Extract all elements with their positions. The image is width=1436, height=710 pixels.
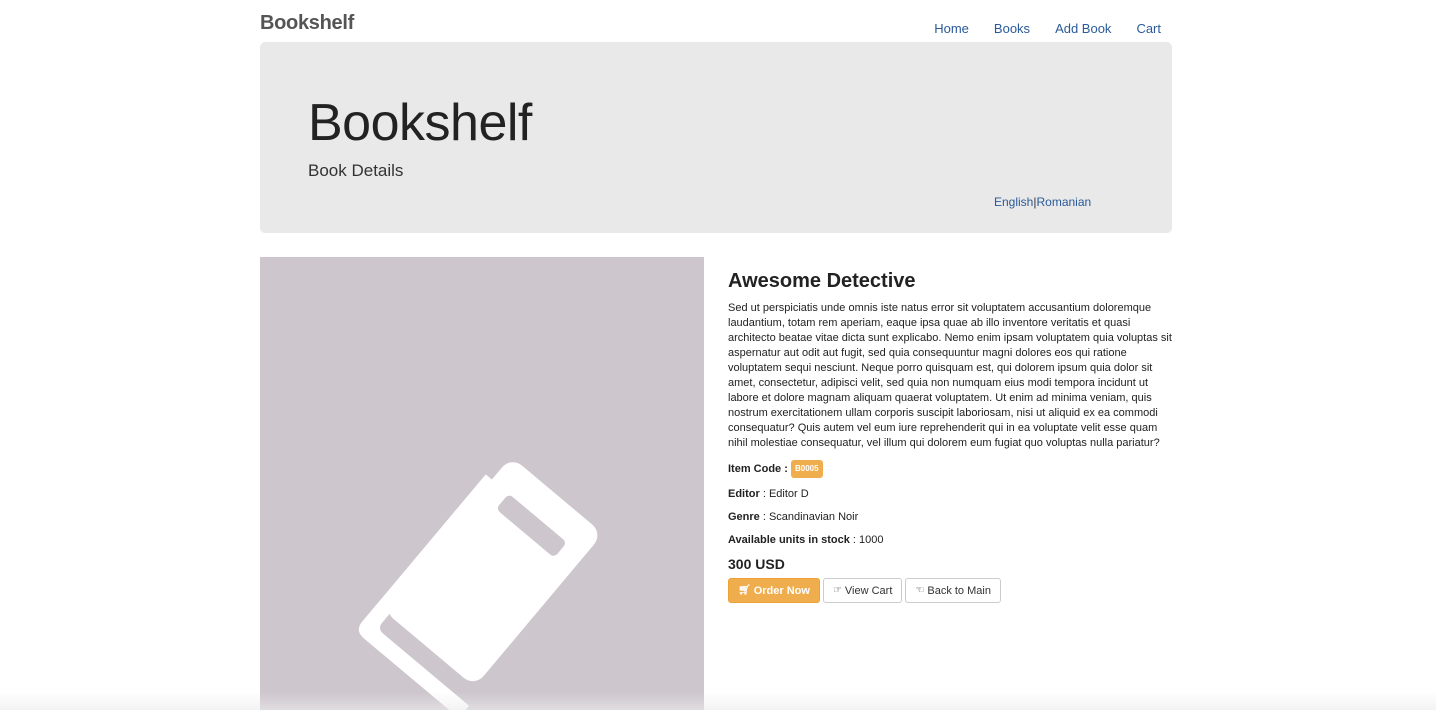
item-code-badge: B0005 — [790, 460, 823, 478]
genre-sep: : — [759, 511, 769, 523]
jumbotron: Bookshelf Book Details English|Romanian — [260, 42, 1172, 233]
action-buttons: 🛒︎ Order Now ☞ View Cart ☜ Back to Main — [728, 578, 1172, 603]
genre-label: Genre — [728, 511, 760, 523]
nav-link-cart[interactable]: Cart — [1136, 21, 1161, 36]
book-icon — [358, 462, 598, 710]
stock-sep: : — [849, 534, 860, 546]
genre-row: Genre : Scandinavian Noir — [728, 510, 1172, 524]
stock-row: Available units in stock : 1000 — [728, 533, 1172, 547]
page-title: Bookshelf — [308, 94, 532, 152]
language-switcher: English|Romanian — [994, 195, 1091, 209]
page-subtitle: Book Details — [308, 161, 404, 180]
book-price: 300 USD — [728, 556, 785, 572]
nav-links: Home Books Add Book Cart — [909, 21, 1172, 36]
view-cart-button[interactable]: ☞ View Cart — [822, 578, 903, 603]
stock-value: 1000 — [859, 534, 884, 546]
nav-link-add-book[interactable]: Add Book — [1055, 21, 1111, 36]
editor-label: Editor — [728, 488, 760, 500]
order-now-button[interactable]: 🛒︎ Order Now — [728, 578, 820, 603]
view-cart-label: View Cart — [844, 584, 893, 597]
bottom-shadow — [0, 692, 1436, 710]
hand-point-right-icon: ☞ — [832, 585, 842, 596]
order-now-label: Order Now — [753, 584, 810, 597]
editor-value: Editor D — [768, 488, 809, 500]
book-details: Awesome Detective Sed ut perspiciatis un… — [728, 270, 1172, 603]
book-description: Sed ut perspiciatis unde omnis iste natu… — [728, 302, 1172, 449]
shopping-cart-icon: 🛒︎ — [738, 585, 751, 596]
nav-link-home[interactable]: Home — [934, 21, 969, 36]
genre-value: Scandinavian Noir — [768, 511, 859, 523]
item-code-label: Item Code : — [728, 463, 788, 475]
hand-point-left-icon: ☜ — [915, 585, 925, 596]
editor-sep: : — [759, 488, 769, 500]
book-title: Awesome Detective — [728, 270, 916, 292]
brand-logo[interactable]: Bookshelf — [260, 12, 354, 35]
navbar: Bookshelf Home Books Add Book Cart — [260, 0, 1172, 42]
editor-row: Editor : Editor D — [728, 487, 1172, 501]
book-cover-image — [260, 257, 704, 710]
lang-romanian-link[interactable]: Romanian — [1036, 195, 1091, 209]
page-container: Bookshelf Home Books Add Book Cart Books… — [260, 0, 1172, 710]
lang-english-link[interactable]: English — [994, 195, 1033, 209]
item-code-row: Item Code : B0005 — [728, 460, 1172, 478]
stock-label: Available units in stock — [728, 534, 850, 546]
back-to-main-label: Back to Main — [927, 584, 991, 597]
back-to-main-button[interactable]: ☜ Back to Main — [905, 578, 1001, 603]
nav-link-books[interactable]: Books — [994, 21, 1030, 36]
